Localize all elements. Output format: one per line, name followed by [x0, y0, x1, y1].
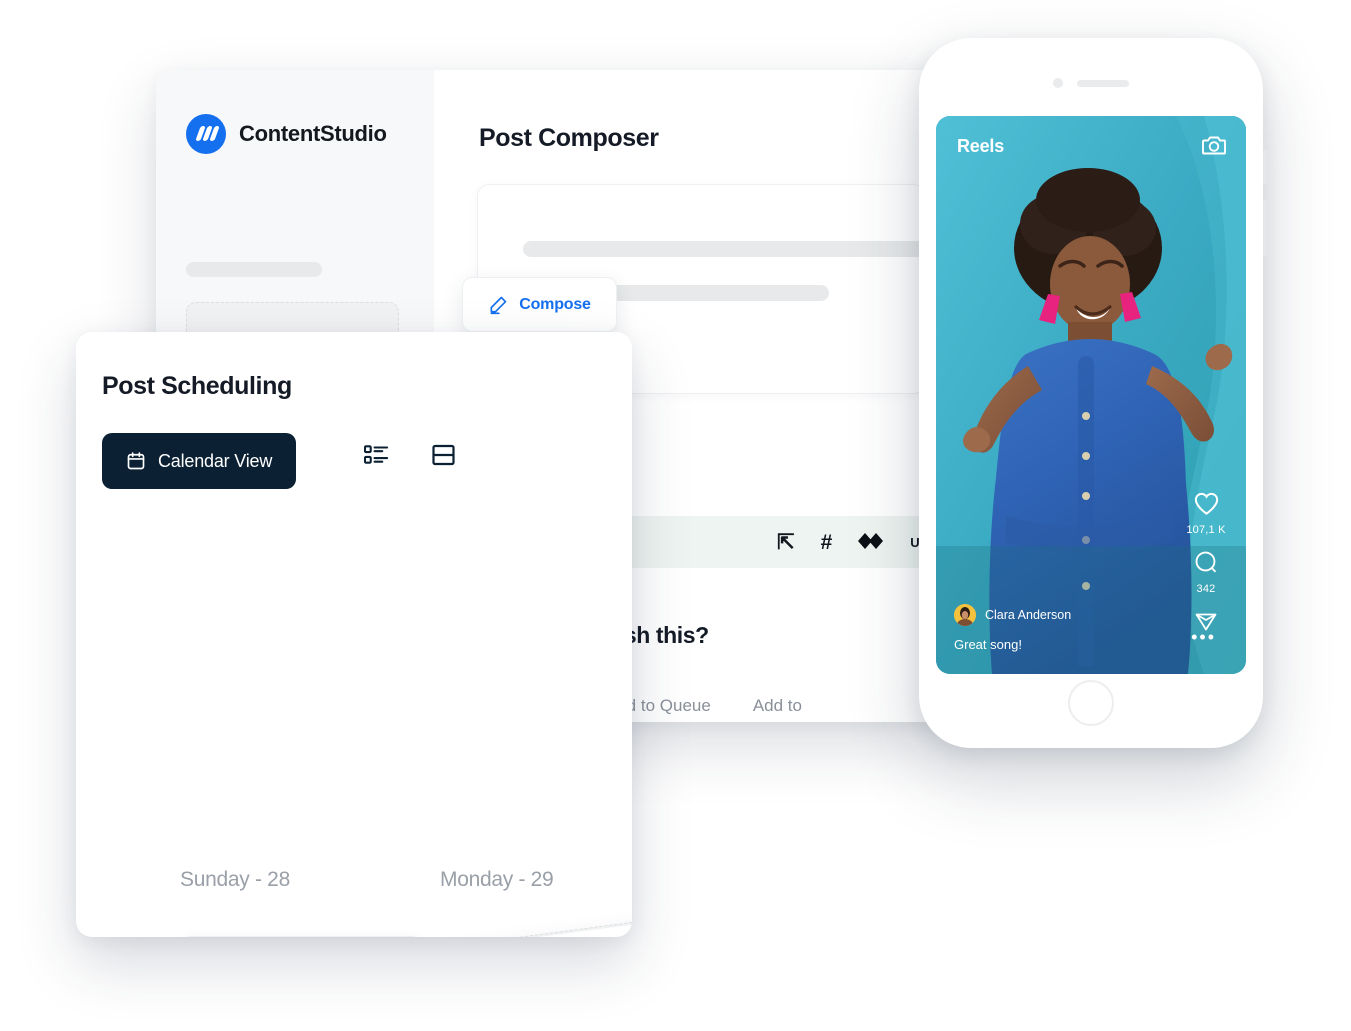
camera-icon[interactable]	[1202, 134, 1226, 161]
avatar	[954, 604, 976, 626]
phone-speaker	[1053, 78, 1129, 88]
phone-screen: Reels 107,1 K 342 ••• Clara Anderson Gre…	[936, 116, 1246, 674]
comment-icon	[1195, 551, 1217, 573]
view-toggle-group	[363, 444, 456, 471]
brand-name: ContentStudio	[239, 121, 387, 146]
split-view-icon[interactable]	[431, 444, 456, 471]
page-title: Post Composer	[479, 124, 659, 152]
reels-title: Reels	[957, 136, 1005, 156]
like-group[interactable]: 107,1 K	[1184, 491, 1228, 536]
phone-side-button-bottom[interactable]	[1263, 200, 1267, 256]
reel-user-name: Clara Anderson	[985, 608, 1072, 622]
post-network-avatars: f P t	[603, 927, 632, 937]
calendar-icon	[127, 452, 145, 470]
avatar: f	[603, 932, 632, 937]
more-horizontal-icon[interactable]: •••	[1191, 628, 1216, 646]
day-header-monday: Monday - 29	[440, 868, 554, 891]
compose-button-label: Compose	[519, 295, 591, 313]
contentstudio-logo-icon	[186, 114, 226, 154]
link-icon[interactable]: ⇱	[777, 532, 795, 553]
compose-button[interactable]: Compose	[462, 277, 617, 332]
comment-count: 342	[1196, 583, 1216, 595]
reel-user[interactable]: Clara Anderson	[954, 604, 1071, 626]
phone-camera-dot	[1053, 78, 1063, 88]
heart-icon	[1194, 492, 1218, 515]
phone-side-button-top[interactable]	[1263, 150, 1267, 184]
screenshot-stage: ContentStudio Post Composer ⇱ # UTM When…	[0, 0, 1351, 1031]
comment-group[interactable]: 342	[1184, 550, 1228, 595]
list-view-icon[interactable]	[363, 444, 389, 471]
brand: ContentStudio	[156, 70, 434, 154]
sidebar-skeleton-line-1	[186, 262, 322, 277]
phone-earpiece	[1077, 79, 1129, 87]
post-scheduling-panel: Post Scheduling Calendar View Sunday - 2…	[76, 332, 632, 937]
composer-skeleton-line-1	[523, 241, 946, 257]
calendar-view-label: Calendar View	[158, 450, 273, 471]
add-to-button[interactable]: Add to	[737, 688, 818, 722]
hashtag-icon[interactable]: #	[821, 532, 833, 553]
pencil-icon	[490, 296, 507, 314]
day-header-sunday: Sunday - 28	[180, 868, 290, 891]
shuffle-icon[interactable]	[858, 532, 884, 553]
phone-home-button[interactable]	[1068, 680, 1114, 726]
post-card[interactable]: 08:30 pm f P t Green View The 17 Best	[180, 936, 423, 937]
phone-mockup: Reels 107,1 K 342 ••• Clara Anderson Gre…	[919, 38, 1267, 748]
calendar-view-button[interactable]: Calendar View	[102, 433, 297, 489]
reel-caption: Great song!	[954, 637, 1022, 652]
post-scheduling-title: Post Scheduling	[102, 372, 292, 400]
tilted-post-card-wrapper: 08:30 pm f P t Roadt	[423, 916, 632, 937]
like-count: 107,1 K	[1186, 524, 1226, 536]
